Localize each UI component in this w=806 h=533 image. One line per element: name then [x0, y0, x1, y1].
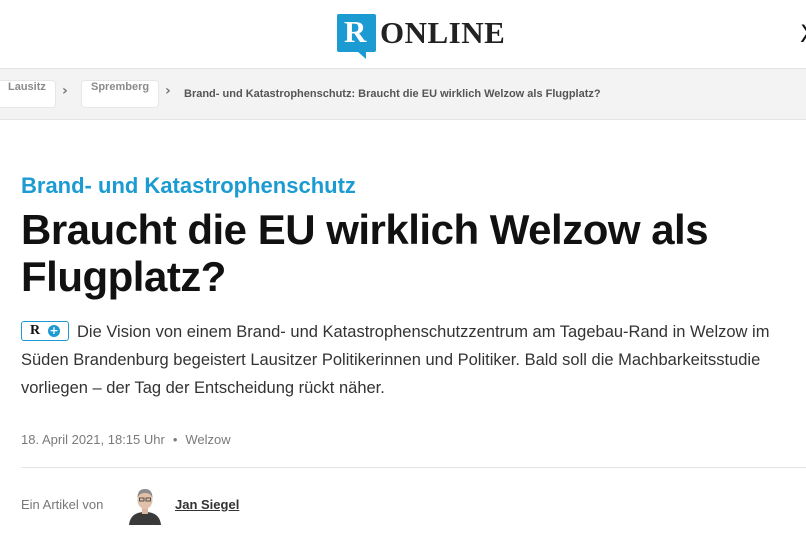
- breadcrumb-item-spremberg[interactable]: Spremberg: [81, 80, 160, 108]
- avatar-icon: [127, 485, 163, 525]
- author-avatar[interactable]: [127, 485, 163, 525]
- publish-date: 18. April 2021, 18:15 Uhr: [21, 432, 165, 447]
- breadcrumb-separator-icon: ›: [62, 83, 68, 99]
- site-header: R ONLINE X: [0, 0, 806, 68]
- meta-separator: •: [172, 432, 178, 447]
- plus-badge-sign: +: [48, 323, 60, 337]
- logo-mark-letter: R: [344, 14, 367, 49]
- close-icon[interactable]: X: [800, 20, 806, 48]
- site-logo[interactable]: R ONLINE: [337, 11, 506, 59]
- logo-text: ONLINE: [380, 15, 506, 50]
- article-headline: Braucht die EU wirklich Welzow als Flugp…: [21, 206, 709, 300]
- plus-badge-letter: R: [30, 322, 41, 338]
- article-kicker: Brand- und Katastrophenschutz: [21, 173, 356, 198]
- logo-mark-icon: R: [337, 14, 376, 59]
- article-teaser: R + Die Vision von einem Brand- und Kata…: [21, 318, 801, 402]
- author-name-link[interactable]: Jan Siegel: [175, 497, 239, 512]
- divider: [21, 467, 806, 468]
- breadcrumb: Lausitz › Spremberg › Brand- und Katastr…: [0, 68, 806, 120]
- plus-badge-icon: R +: [21, 320, 69, 341]
- teaser-text: Die Vision von einem Brand- und Katastro…: [21, 323, 770, 397]
- author-label: Ein Artikel von: [21, 497, 104, 512]
- breadcrumb-current: Brand- und Katastrophenschutz: Braucht d…: [184, 88, 601, 100]
- breadcrumb-item-lausitz[interactable]: Lausitz: [0, 80, 56, 108]
- article-location: Welzow: [185, 432, 231, 447]
- article-meta: 18. April 2021, 18:15 Uhr • Welzow: [21, 432, 231, 447]
- breadcrumb-separator-icon: ›: [165, 83, 171, 99]
